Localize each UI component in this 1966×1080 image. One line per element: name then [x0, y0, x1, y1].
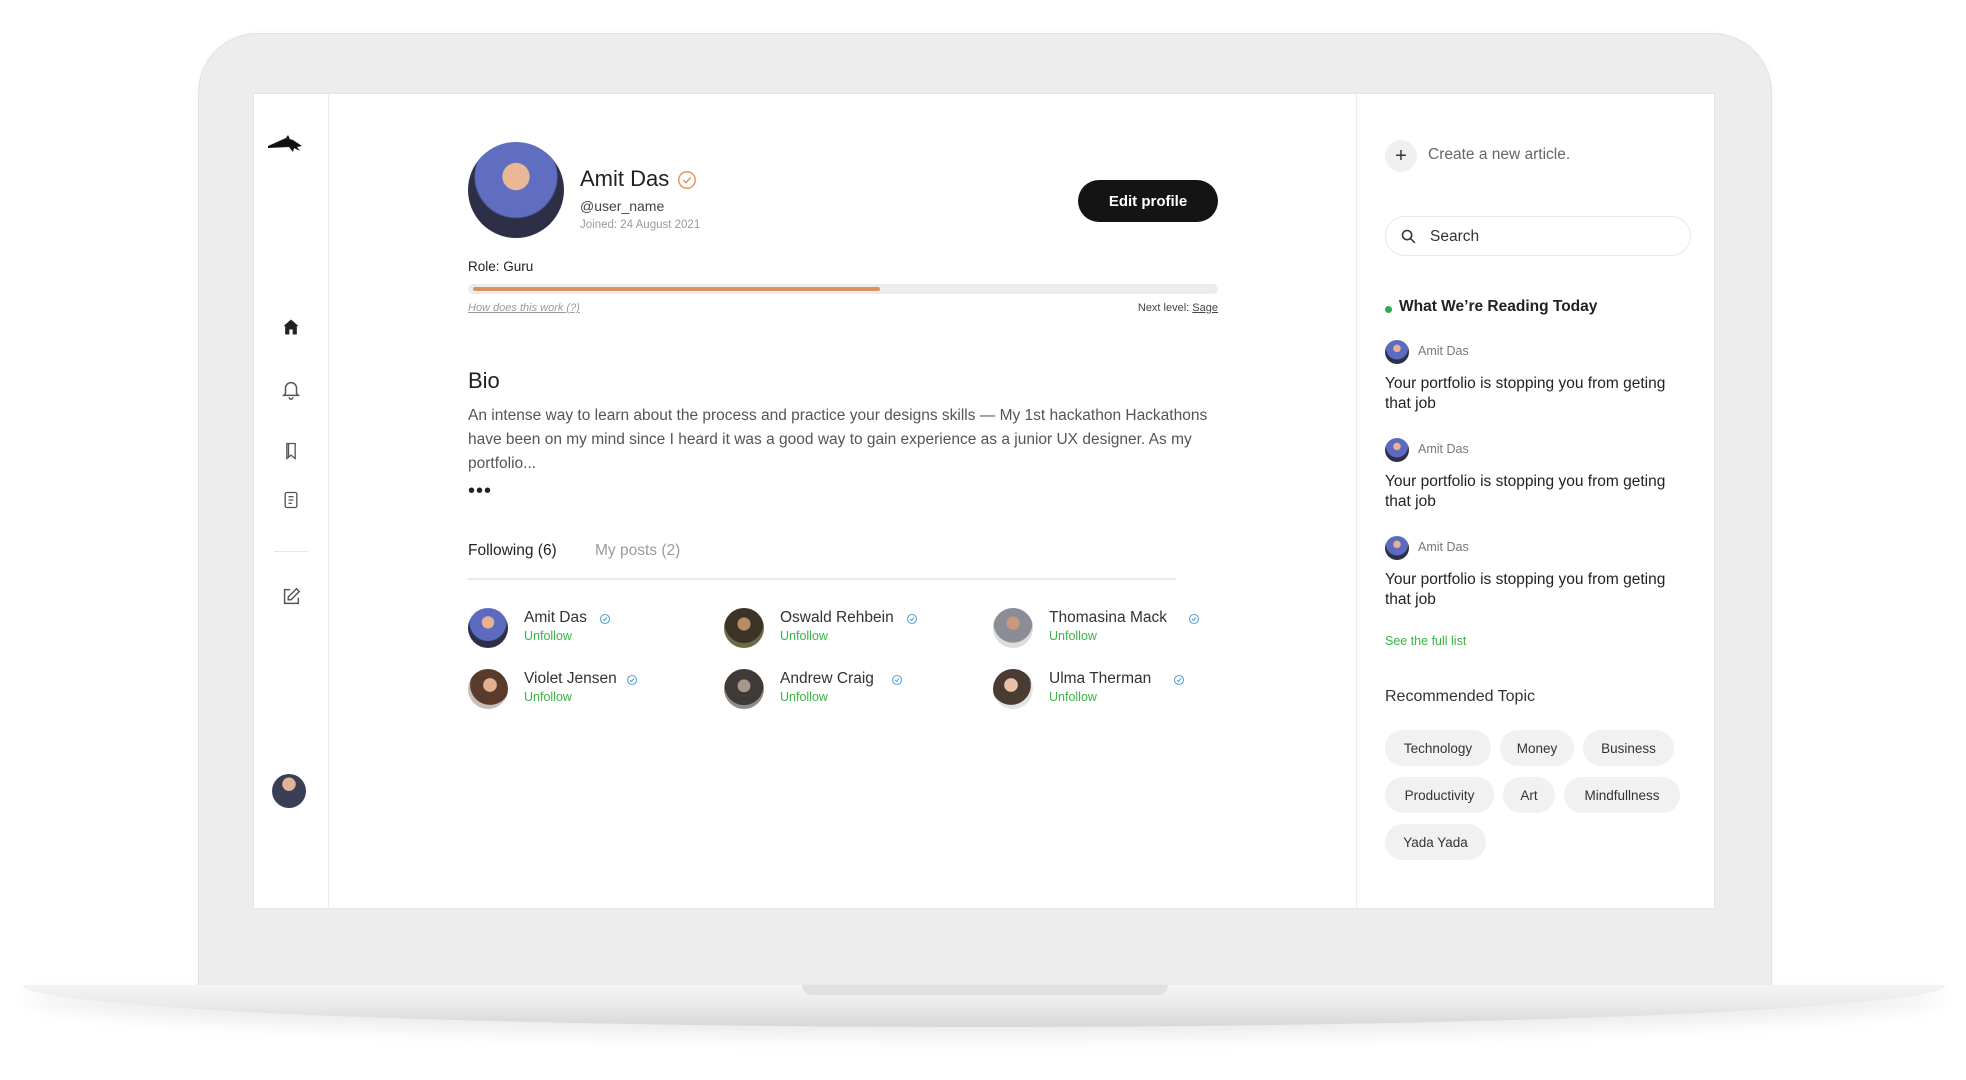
recommended-topic-title: Recommended Topic: [1385, 688, 1536, 705]
unfollow-button[interactable]: Unfollow: [780, 690, 828, 704]
following-item: Ulma Therman Unfollow: [993, 667, 1233, 711]
unfollow-button[interactable]: Unfollow: [780, 629, 828, 643]
profile-avatar: [468, 142, 564, 238]
tab-my-posts[interactable]: My posts (2): [595, 542, 680, 560]
home-icon[interactable]: [278, 314, 304, 340]
bell-icon[interactable]: [278, 376, 304, 402]
follower-avatar[interactable]: [993, 608, 1033, 648]
unfollow-button[interactable]: Unfollow: [1049, 629, 1097, 643]
topic-chip[interactable]: Money: [1500, 730, 1574, 766]
verified-icon: [626, 674, 638, 686]
article-title[interactable]: Your portfolio is stopping you from geti…: [1385, 374, 1675, 414]
unfollow-button[interactable]: Unfollow: [524, 629, 572, 643]
see-full-list-link[interactable]: See the full list: [1385, 634, 1466, 648]
topic-chip[interactable]: Technology: [1385, 730, 1491, 766]
bio-title: Bio: [468, 368, 500, 393]
reading-title: What We’re Reading Today: [1399, 298, 1598, 315]
how-does-this-work-link[interactable]: How does this work (?): [468, 302, 580, 314]
follower-avatar[interactable]: [468, 669, 508, 709]
next-level: Next level: Sage: [1138, 302, 1218, 314]
following-item: Amit Das Unfollow: [468, 606, 708, 650]
follower-avatar[interactable]: [724, 669, 764, 709]
topic-chip[interactable]: Yada Yada: [1385, 824, 1486, 860]
level-progress-bar: [468, 284, 1218, 294]
tab-following[interactable]: Following (6): [468, 542, 557, 560]
next-level-link[interactable]: Sage: [1192, 302, 1218, 314]
author-name[interactable]: Amit Das: [1418, 344, 1469, 358]
unfollow-button[interactable]: Unfollow: [524, 690, 572, 704]
profile-username: @user_name: [580, 198, 665, 214]
follower-avatar[interactable]: [993, 669, 1033, 709]
edit-icon[interactable]: [278, 584, 304, 610]
sidebar-divider: [274, 551, 308, 552]
edit-profile-button[interactable]: Edit profile: [1078, 180, 1218, 222]
profile-joined: Joined: 24 August 2021: [580, 219, 701, 231]
author-avatar: [1385, 536, 1409, 560]
create-article-link[interactable]: Create a new article.: [1428, 146, 1570, 164]
document-icon[interactable]: [278, 487, 304, 513]
follower-name[interactable]: Violet Jensen: [524, 670, 617, 688]
topic-chip[interactable]: Productivity: [1385, 777, 1494, 813]
profile-role: Role: Guru: [468, 259, 534, 274]
level-progress-fill: [473, 287, 880, 291]
author-avatar: [1385, 340, 1409, 364]
article-title[interactable]: Your portfolio is stopping you from geti…: [1385, 472, 1675, 512]
laptop-notch: [802, 985, 1168, 995]
following-item: Thomasina Mack Unfollow: [993, 606, 1233, 650]
bookmark-icon[interactable]: [278, 438, 304, 464]
bio-text: An intense way to learn about the proces…: [468, 407, 1208, 472]
user-avatar[interactable]: [272, 774, 306, 808]
verified-icon: [906, 613, 918, 625]
follower-name[interactable]: Oswald Rehbein: [780, 609, 894, 627]
more-icon[interactable]: •••: [468, 481, 492, 501]
follower-name[interactable]: Ulma Therman: [1049, 670, 1151, 688]
search-input[interactable]: [1428, 225, 1672, 249]
profile-name: Amit Das: [580, 166, 670, 191]
app-screen: Amit Das @user_name Joined: 24 August 20…: [254, 94, 1714, 908]
verified-icon: [1173, 674, 1185, 686]
verified-icon: [1188, 613, 1200, 625]
right-panel: + Create a new article. What We’re Readi…: [1356, 94, 1714, 908]
following-item: Andrew Craig Unfollow: [724, 667, 964, 711]
author-name[interactable]: Amit Das: [1418, 442, 1469, 456]
logo-icon[interactable]: [266, 134, 306, 161]
following-item: Violet Jensen Unfollow: [468, 667, 708, 711]
search-icon: [1401, 229, 1416, 244]
follower-name[interactable]: Thomasina Mack: [1049, 609, 1167, 627]
author-avatar: [1385, 438, 1409, 462]
author-name[interactable]: Amit Das: [1418, 540, 1469, 554]
verified-icon: [891, 674, 903, 686]
topic-chip[interactable]: Art: [1503, 777, 1555, 813]
follower-avatar[interactable]: [468, 608, 508, 648]
plus-icon[interactable]: +: [1385, 140, 1417, 172]
unfollow-button[interactable]: Unfollow: [1049, 690, 1097, 704]
follower-name[interactable]: Andrew Craig: [780, 670, 874, 688]
follower-avatar[interactable]: [724, 608, 764, 648]
verified-icon: [599, 613, 611, 625]
following-item: Oswald Rehbein Unfollow: [724, 606, 964, 650]
status-dot: [1385, 306, 1392, 313]
topic-chip[interactable]: Business: [1583, 730, 1674, 766]
search-box[interactable]: [1385, 216, 1691, 256]
topic-chip[interactable]: Mindfullness: [1564, 777, 1680, 813]
article-title[interactable]: Your portfolio is stopping you from geti…: [1385, 570, 1675, 610]
tabs-divider: [468, 578, 1176, 580]
next-level-prefix: Next level:: [1137, 302, 1193, 314]
verified-icon: [676, 169, 698, 196]
follower-name[interactable]: Amit Das: [524, 609, 587, 627]
sidebar: [254, 94, 329, 908]
